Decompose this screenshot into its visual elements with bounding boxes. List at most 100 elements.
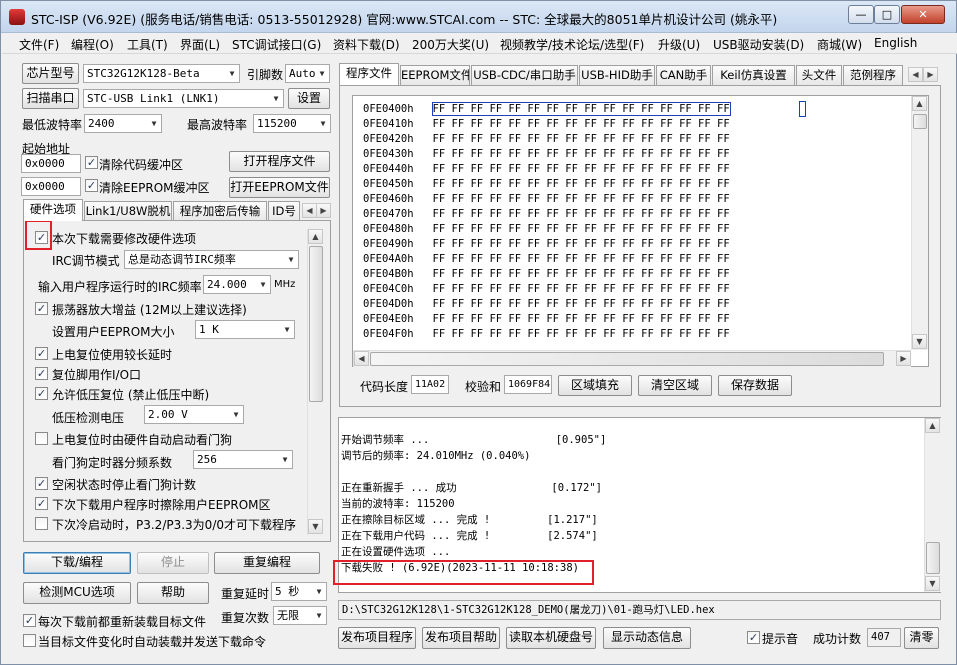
clear-region-button[interactable]: 清空区域: [638, 375, 712, 396]
scroll-thumb[interactable]: [370, 352, 884, 366]
retry-count-select[interactable]: 无限 ▼: [273, 606, 327, 625]
auto-reload-checkbox[interactable]: [23, 634, 36, 647]
tab-eeprom-file[interactable]: EEPROM文件: [400, 65, 470, 85]
irc-freq-select[interactable]: 24.000 ▼: [203, 275, 271, 294]
modify-hw-label: 本次下载需要修改硬件选项: [52, 232, 197, 246]
close-button[interactable]: ✕: [901, 5, 945, 24]
read-disk-serial-button[interactable]: 读取本机硬盘号: [506, 627, 596, 649]
scroll-up-icon[interactable]: ▲: [925, 418, 940, 433]
tab-examples[interactable]: 范例程序: [843, 65, 903, 85]
p32-p33-checkbox[interactable]: [35, 517, 48, 530]
stop-button[interactable]: 停止: [137, 552, 209, 574]
scroll-down-icon[interactable]: ▼: [308, 519, 323, 534]
show-dynamic-info-button[interactable]: 显示动态信息: [603, 627, 691, 649]
log-output[interactable]: 开始调节频率 ... [0.905"] 调节后的频率: 24.010MHz (0.…: [338, 417, 941, 593]
scan-port-button[interactable]: 扫描串口: [22, 88, 79, 109]
scroll-thumb[interactable]: [926, 542, 940, 574]
pins-select[interactable]: Auto ▼: [285, 64, 330, 83]
scroll-thumb[interactable]: [309, 246, 323, 402]
open-program-file-button[interactable]: 打开程序文件: [229, 151, 330, 172]
minimize-button[interactable]: —: [848, 5, 874, 24]
hex-hscroll[interactable]: ◀ ▶: [353, 350, 911, 367]
menu-program[interactable]: 编程(O): [71, 36, 114, 53]
clear-code-checkbox[interactable]: ✓: [85, 156, 98, 169]
tab-link1-offline[interactable]: Link1/U8W脱机: [84, 201, 172, 221]
code-start-address-input[interactable]: 0x0000: [21, 154, 81, 173]
wdt-por-checkbox[interactable]: [35, 432, 48, 445]
scroll-left-icon[interactable]: ◀: [354, 351, 369, 366]
scroll-down-icon[interactable]: ▼: [912, 334, 927, 349]
tab-keil-sim[interactable]: Keil仿真设置: [712, 65, 795, 85]
port-select[interactable]: STC-USB Link1 (LNK1) ▼: [83, 89, 284, 108]
irc-mode-select[interactable]: 总是动态调节IRC频率 ▼: [124, 250, 299, 269]
menu-interface[interactable]: 界面(L): [180, 36, 220, 53]
tab-can[interactable]: CAN助手: [656, 65, 711, 85]
tab-scroll-right-icon[interactable]: ▶: [316, 203, 331, 218]
min-baud-select[interactable]: 2400 ▼: [84, 114, 162, 133]
eeprom-start-address-input[interactable]: 0x0000: [21, 177, 81, 196]
file-path-display: D:\STC32G12K128\1-STC32G12K128_DEMO(屠龙刀)…: [338, 600, 941, 620]
chip-model-button[interactable]: 芯片型号: [22, 63, 79, 84]
hex-view[interactable]: 0FE0400h FF FF FF FF FF FF FF FF FF FF F…: [352, 95, 929, 367]
scroll-right-icon[interactable]: ▶: [896, 351, 911, 366]
beep-checkbox[interactable]: ✓: [747, 631, 760, 644]
reload-before-checkbox[interactable]: ✓: [23, 614, 36, 627]
scroll-down-icon[interactable]: ▼: [925, 576, 940, 591]
idle-wdt-label: 空闲状态时停止看门狗计数: [52, 478, 197, 492]
scroll-thumb[interactable]: [913, 114, 927, 129]
menu-prize[interactable]: 200万大奖(U): [412, 36, 489, 53]
low-volt-reset-checkbox[interactable]: ✓: [35, 387, 48, 400]
osc-gain-checkbox[interactable]: ✓: [35, 302, 48, 315]
clear-eeprom-checkbox[interactable]: ✓: [85, 179, 98, 192]
menu-video[interactable]: 视频教学/技术论坛/选型(F): [500, 36, 644, 53]
menu-tools[interactable]: 工具(T): [127, 36, 168, 53]
tab-id[interactable]: ID号: [268, 201, 300, 221]
hw-scrollbar[interactable]: ▲ ▼: [307, 229, 324, 535]
tab-usb-cdc[interactable]: USB-CDC/串口助手: [471, 65, 578, 85]
chip-model-select[interactable]: STC32G12K128-Beta ▼: [83, 64, 240, 83]
por-delay-checkbox[interactable]: ✓: [35, 347, 48, 360]
modify-hw-checkbox[interactable]: ✓: [35, 231, 48, 244]
menu-usb-driver[interactable]: USB驱动安装(D): [713, 36, 804, 53]
eeprom-size-select[interactable]: 1 K ▼: [195, 320, 295, 339]
clear-count-button[interactable]: 清零: [904, 627, 939, 649]
menu-upgrade[interactable]: 升级(U): [658, 36, 700, 53]
publish-help-button[interactable]: 发布项目帮助: [422, 627, 500, 649]
tab-usb-hid[interactable]: USB-HID助手: [579, 65, 655, 85]
tab-scroll-left-icon[interactable]: ◀: [908, 67, 923, 82]
retry-delay-select[interactable]: 5 秒 ▼: [271, 582, 327, 601]
download-program-button[interactable]: 下载/编程: [23, 552, 131, 574]
help-button[interactable]: 帮助: [137, 582, 209, 604]
detect-mcu-button[interactable]: 检测MCU选项: [23, 582, 131, 604]
tab-scroll-left-icon[interactable]: ◀: [302, 203, 317, 218]
tab-hardware-options[interactable]: 硬件选项: [23, 199, 83, 221]
menu-file[interactable]: 文件(F): [19, 36, 59, 53]
reset-io-checkbox[interactable]: ✓: [35, 367, 48, 380]
tab-scroll-right-icon[interactable]: ▶: [923, 67, 938, 82]
fill-region-button[interactable]: 区域填充: [558, 375, 632, 396]
menu-download[interactable]: 资料下载(D): [333, 36, 400, 53]
settings-button[interactable]: 设置: [288, 88, 330, 109]
hex-vscroll[interactable]: ▲ ▼: [911, 96, 928, 350]
repeat-program-button[interactable]: 重复编程: [214, 552, 320, 574]
log-vscroll[interactable]: ▲ ▼: [924, 418, 941, 592]
maximize-button[interactable]: □: [874, 5, 900, 24]
wdt-div-select[interactable]: 256 ▼: [193, 450, 293, 469]
tab-encrypted-transfer[interactable]: 程序加密后传输: [173, 201, 267, 221]
scroll-up-icon[interactable]: ▲: [308, 229, 323, 244]
max-baud-select[interactable]: 115200 ▼: [253, 114, 331, 133]
scroll-up-icon[interactable]: ▲: [912, 96, 927, 111]
tab-header-file[interactable]: 头文件: [796, 65, 842, 85]
menu-shop[interactable]: 商城(W): [817, 36, 862, 53]
idle-wdt-checkbox[interactable]: ✓: [35, 477, 48, 490]
menu-debug[interactable]: STC调试接口(G): [232, 36, 321, 53]
low-volt-select[interactable]: 2.00 V ▼: [144, 405, 244, 424]
menu-english[interactable]: English: [874, 36, 917, 50]
hex-row: 0FE0400h FF FF FF FF FF FF FF FF FF FF F…: [363, 102, 731, 117]
erase-eeprom-checkbox[interactable]: ✓: [35, 497, 48, 510]
open-eeprom-file-button[interactable]: 打开EEPROM文件: [229, 177, 330, 198]
publish-program-button[interactable]: 发布项目程序: [338, 627, 416, 649]
tab-program-file[interactable]: 程序文件: [339, 63, 399, 85]
save-data-button[interactable]: 保存数据: [718, 375, 792, 396]
log-line: 正在擦除目标区域 ... 完成 ! [1.217"]: [341, 514, 598, 526]
